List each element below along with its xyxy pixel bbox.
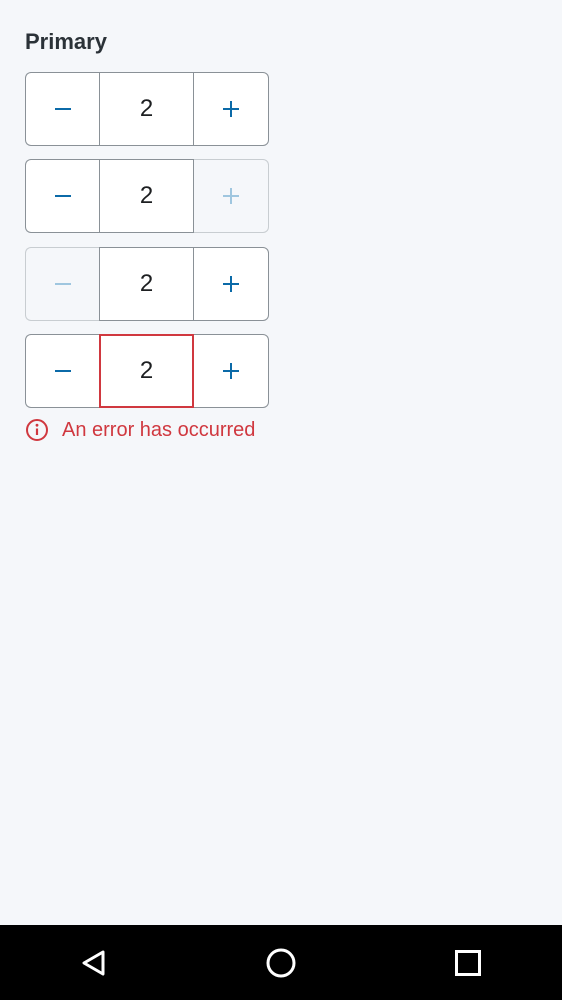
- quantity-stepper-error: 2: [25, 334, 269, 408]
- quantity-stepper: 2: [25, 72, 269, 146]
- home-button[interactable]: [251, 933, 311, 993]
- increment-button[interactable]: [194, 334, 269, 408]
- stepper-value[interactable]: 2: [99, 159, 194, 233]
- home-circle-icon: [266, 948, 296, 977]
- back-triangle-icon: [82, 950, 105, 975]
- minus-icon: [54, 195, 71, 197]
- plus-icon: [223, 188, 239, 204]
- error-message: An error has occurred: [25, 418, 255, 442]
- info-circle-icon: [26, 419, 48, 441]
- back-button[interactable]: [64, 933, 124, 993]
- quantity-stepper: 2: [25, 247, 269, 321]
- minus-icon: [54, 283, 71, 285]
- plus-icon: [223, 276, 239, 292]
- quantity-stepper: 2: [25, 159, 269, 233]
- error-text: An error has occurred: [62, 418, 256, 441]
- increment-button[interactable]: [194, 72, 269, 146]
- minus-icon: [54, 108, 71, 110]
- minus-icon: [54, 370, 71, 372]
- recents-square-icon: [455, 949, 482, 976]
- section-title: Primary: [25, 29, 107, 54]
- stepper-value-error[interactable]: 2: [99, 334, 194, 408]
- increment-button-disabled: [194, 159, 269, 233]
- decrement-button-disabled: [25, 247, 99, 321]
- recents-button[interactable]: [438, 933, 498, 993]
- plus-icon: [223, 101, 239, 117]
- plus-icon: [223, 363, 239, 379]
- system-navigation-bar: [0, 925, 562, 1000]
- stepper-value[interactable]: 2: [99, 247, 194, 321]
- decrement-button[interactable]: [25, 72, 99, 146]
- screen-content: Primary 2 2 2 2 An error has occurred: [0, 0, 562, 925]
- stepper-value[interactable]: 2: [99, 72, 194, 146]
- decrement-button[interactable]: [25, 159, 99, 233]
- increment-button[interactable]: [194, 247, 269, 321]
- decrement-button[interactable]: [25, 334, 99, 408]
